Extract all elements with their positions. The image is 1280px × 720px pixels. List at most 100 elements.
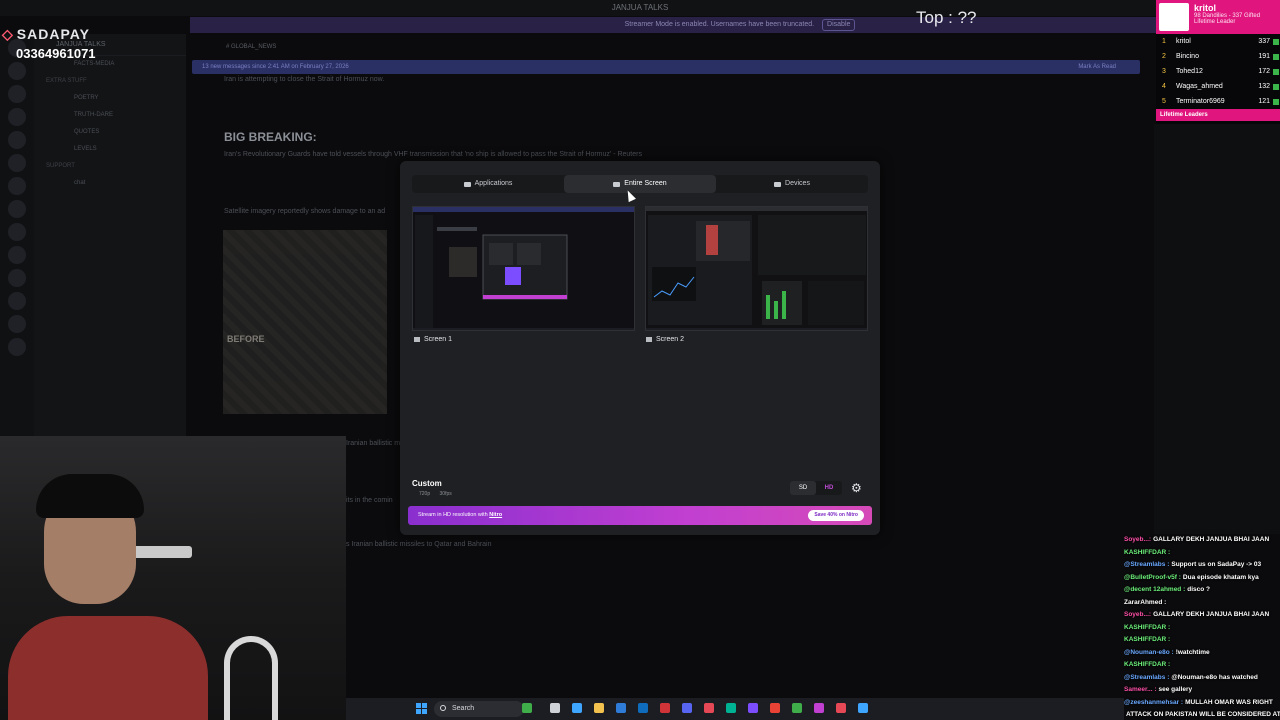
- app-icon[interactable]: [522, 703, 532, 713]
- avatar: [1159, 3, 1189, 31]
- leader-score: 337: [1258, 38, 1270, 45]
- chat-text: GALLARY DEKH JANJUA BHAI JAAN: [1153, 611, 1270, 618]
- app-icon[interactable]: [770, 703, 780, 713]
- gear-icon[interactable]: ⚙: [851, 481, 862, 495]
- server-list: [0, 34, 34, 454]
- server-icon[interactable]: [8, 315, 26, 333]
- server-icon[interactable]: [8, 154, 26, 172]
- app-icon[interactable]: [638, 703, 648, 713]
- channel-name: GLOBAL_NEWS: [231, 44, 277, 50]
- app-icon[interactable]: [660, 703, 670, 713]
- message-text: Iran's Revolutionary Guards have told ve…: [224, 151, 642, 158]
- app-icon[interactable]: [726, 703, 736, 713]
- gift-icon: [1273, 39, 1279, 45]
- app-icon[interactable]: [616, 703, 626, 713]
- server-icon[interactable]: [8, 292, 26, 310]
- search-label: Search: [452, 705, 475, 712]
- app-icon[interactable]: [550, 703, 560, 713]
- taskbar: Search: [346, 698, 1124, 720]
- server-icon[interactable]: [8, 223, 26, 241]
- sidebar-item-channel[interactable]: POETRY: [34, 90, 186, 107]
- server-icon[interactable]: [8, 62, 26, 80]
- app-icon[interactable]: [682, 703, 692, 713]
- chat-username: Soyeb...:: [1124, 536, 1152, 543]
- chat-username: KASHIFFDAR :: [1124, 623, 1171, 631]
- app-icon[interactable]: [704, 703, 714, 713]
- mark-as-read-button[interactable]: Mark As Read: [1078, 60, 1116, 74]
- chat-text: !watchtime: [1175, 648, 1210, 656]
- chat-username: ZararAhmed :: [1124, 598, 1167, 606]
- leader-name: Wagas_ahmed: [1176, 83, 1223, 90]
- server-icon[interactable]: [8, 269, 26, 287]
- streamer-hair: [36, 474, 144, 518]
- screen-2-preview[interactable]: [645, 206, 868, 331]
- sidebar-item-channel[interactable]: LEVELS: [34, 141, 186, 158]
- disable-streamer-button[interactable]: Disable: [822, 19, 856, 31]
- rank: 3: [1162, 68, 1166, 75]
- server-icon[interactable]: [8, 131, 26, 149]
- message-text: Iran is attempting to close the Strait o…: [224, 76, 385, 83]
- server-icon[interactable]: [8, 338, 26, 356]
- chat-message: KASHIFFDAR :: [1124, 547, 1280, 560]
- gift-icon: [1273, 54, 1279, 60]
- new-messages-bar[interactable]: 13 new messages since 2:41 AM on Februar…: [192, 60, 1140, 74]
- lamp: [132, 546, 192, 558]
- app-icon[interactable]: [748, 703, 758, 713]
- app-icon[interactable]: [792, 703, 802, 713]
- leader-score: 191: [1258, 53, 1270, 60]
- chat-text: GALLARY DEKH JANJUA BHAI JAAN: [1153, 536, 1270, 543]
- window-title-bar: JANJUA TALKS: [0, 0, 1280, 16]
- hd-button[interactable]: HD: [816, 481, 842, 495]
- tab-devices[interactable]: Devices: [716, 175, 868, 193]
- screen-1-thumbnail: [413, 207, 634, 330]
- app-icon[interactable]: [858, 703, 868, 713]
- screen-1-preview[interactable]: [412, 206, 635, 331]
- gift-icon: [1273, 99, 1279, 105]
- windows-start-icon[interactable]: [416, 703, 427, 714]
- top-donor-label: Top : ??: [916, 8, 977, 27]
- screen-label-text: Screen 1: [424, 336, 453, 343]
- tab-entire-screen[interactable]: Entire Screen: [564, 175, 716, 193]
- message-text: Iranian ballistic mi: [346, 440, 402, 447]
- chat-message: @Streamlabs : Support us on SadaPay -> 03: [1124, 559, 1280, 572]
- chat-text: ATTACK ON PAKISTAN WILL BE CONSIDERED AT: [1126, 711, 1280, 718]
- sd-button[interactable]: SD: [790, 481, 816, 495]
- sidebar-item-channel[interactable]: QUOTES: [34, 124, 186, 141]
- save-nitro-button[interactable]: Save 40% on Nitro: [808, 510, 864, 521]
- server-icon[interactable]: [8, 85, 26, 103]
- app-icon[interactable]: [814, 703, 824, 713]
- server-icon[interactable]: [8, 200, 26, 218]
- channel-sidebar: JANJUA TALKS FACTS-MEDIA EXTRA STUFF POETR…: [34, 34, 186, 438]
- server-icon[interactable]: [8, 246, 26, 264]
- sadapay-label: SADAPAY: [16, 26, 90, 42]
- leaderboard-row: 4 Wagas_ahmed 132: [1156, 79, 1280, 94]
- channel-category[interactable]: SUPPORT: [34, 158, 186, 175]
- message-text: Satellite imagery reportedly shows damag…: [224, 208, 386, 215]
- screen-1-label: Screen 1: [414, 336, 452, 343]
- before-label: BEFORE: [227, 334, 265, 344]
- chat-message: Soyeb...: GALLARY DEKH JANJUA BHAI JAAN: [1124, 609, 1280, 622]
- app-icon[interactable]: [836, 703, 846, 713]
- app-icon[interactable]: [594, 703, 604, 713]
- tab-applications[interactable]: Applications: [412, 175, 564, 193]
- chair: [224, 636, 278, 720]
- chat-message: @zeeshanmehsar : MULLAH OMAR WAS RIGHT: [1124, 697, 1280, 710]
- chat-message: @Streamlabs : @Nouman-e8o has watched: [1124, 672, 1280, 685]
- chat-username: KASHIFFDAR :: [1124, 661, 1171, 668]
- leader-name: Terminator6969: [1176, 98, 1225, 105]
- sidebar-item-channel[interactable]: TRUTH-DARE: [34, 107, 186, 124]
- sidebar-item-channel[interactable]: chat: [34, 175, 186, 192]
- activity-feed: [1154, 124, 1280, 534]
- app-icon[interactable]: [572, 703, 582, 713]
- nitro-text: Stream in HD resolution with Nitro: [418, 506, 502, 525]
- rank: 1: [1162, 38, 1166, 45]
- chat-username: @Streamlabs :: [1124, 673, 1170, 681]
- server-icon[interactable]: [8, 108, 26, 126]
- satellite-image[interactable]: BEFORE: [223, 230, 387, 414]
- server-icon[interactable]: [8, 177, 26, 195]
- channel-category[interactable]: EXTRA STUFF: [34, 73, 186, 90]
- leader-name: kritol: [1194, 3, 1217, 13]
- taskbar-search[interactable]: Search: [434, 701, 524, 717]
- nitro-link[interactable]: Nitro: [489, 512, 502, 518]
- chat-text: see gallery: [1158, 686, 1193, 693]
